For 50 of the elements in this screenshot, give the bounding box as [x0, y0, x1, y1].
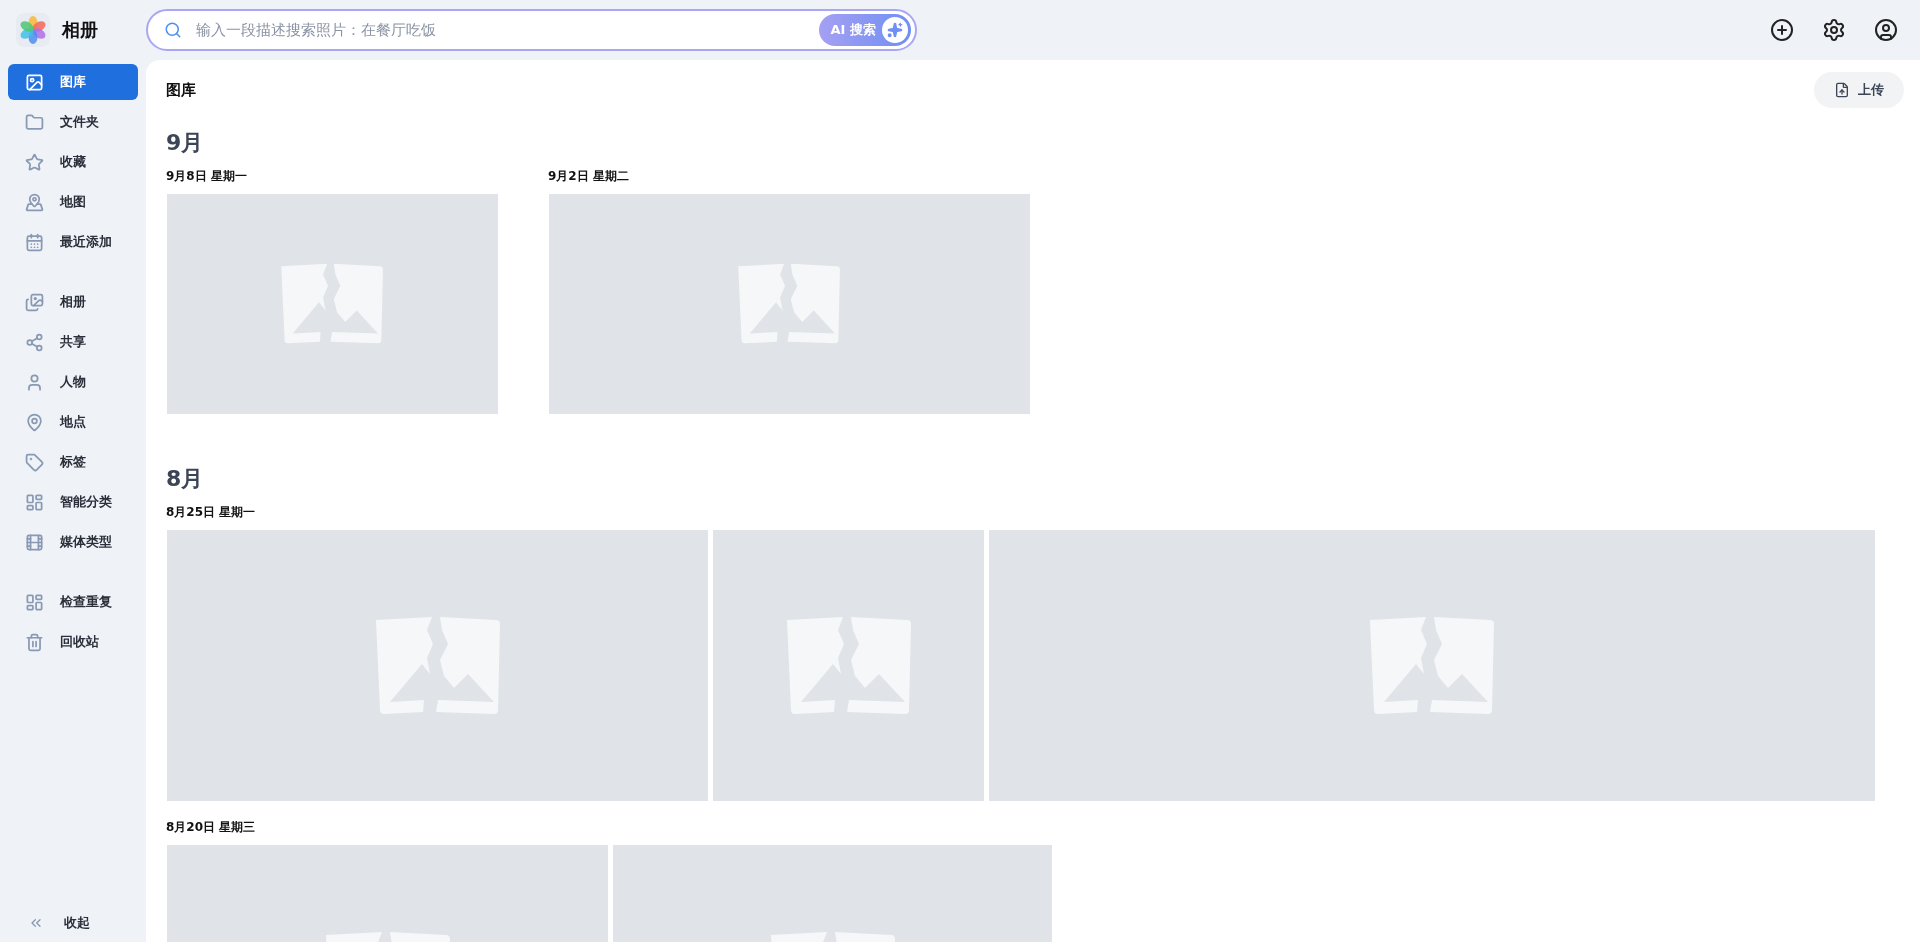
- search-icon: [164, 21, 182, 39]
- sidebar-item[interactable]: 检查重复: [8, 584, 138, 620]
- tag-icon: [25, 452, 44, 472]
- sidebar-item[interactable]: 媒体类型: [8, 524, 138, 560]
- person-icon: [25, 372, 44, 392]
- film-icon: [25, 532, 44, 552]
- month-heading: 8月: [166, 465, 205, 493]
- map-pin-icon: [25, 192, 44, 212]
- photo-placeholder[interactable]: [989, 530, 1875, 801]
- trash-icon: [25, 632, 44, 652]
- sidebar-item[interactable]: 地图: [8, 184, 138, 220]
- folder-icon: [25, 112, 44, 132]
- image-icon: [25, 72, 44, 92]
- sidebar-item[interactable]: 地点: [8, 404, 138, 440]
- photo-placeholder[interactable]: [167, 194, 498, 414]
- sidebar-item[interactable]: 最近添加: [8, 224, 138, 260]
- settings-button[interactable]: [1822, 18, 1846, 42]
- date-label: 9月8日 星期一: [166, 168, 248, 185]
- sidebar-item[interactable]: 智能分类: [8, 484, 138, 520]
- page-title: 图库: [166, 80, 196, 100]
- app-title: 相册: [62, 18, 98, 42]
- photo-placeholder[interactable]: [167, 530, 708, 801]
- photo-placeholder[interactable]: [549, 194, 1030, 414]
- date-label: 8月20日 星期三: [166, 819, 257, 836]
- sidebar-item[interactable]: 文件夹: [8, 104, 138, 140]
- collapse-link[interactable]: 收起: [64, 914, 90, 932]
- calendar-icon: [25, 232, 44, 252]
- add-button[interactable]: [1770, 18, 1794, 42]
- upload-button[interactable]: 上传: [1814, 72, 1904, 108]
- star-icon: [25, 152, 44, 172]
- month-heading: 9月: [166, 129, 205, 157]
- grid-icon: [25, 492, 44, 512]
- sidebar-item[interactable]: 图库: [8, 64, 138, 100]
- sparkle-icon: [887, 22, 903, 38]
- photo-placeholder[interactable]: [713, 530, 984, 801]
- date-label: 8月25日 星期一: [166, 504, 257, 521]
- sidebar-item[interactable]: 相册: [8, 284, 138, 320]
- duplicates-icon: [25, 592, 44, 612]
- sidebar-item[interactable]: 收藏: [8, 144, 138, 180]
- sidebar-item[interactable]: 回收站: [8, 624, 138, 660]
- app-logo: [16, 13, 50, 47]
- upload-icon: [1834, 82, 1850, 98]
- share-icon: [25, 332, 44, 352]
- account-button[interactable]: [1874, 18, 1898, 42]
- sidebar-item[interactable]: 共享: [8, 324, 138, 360]
- date-label: 9月2日 星期二: [548, 168, 630, 185]
- sidebar-item[interactable]: 标签: [8, 444, 138, 480]
- sidebar-item[interactable]: 人物: [8, 364, 138, 400]
- album-icon: [25, 292, 44, 312]
- location-pin-icon: [25, 412, 44, 432]
